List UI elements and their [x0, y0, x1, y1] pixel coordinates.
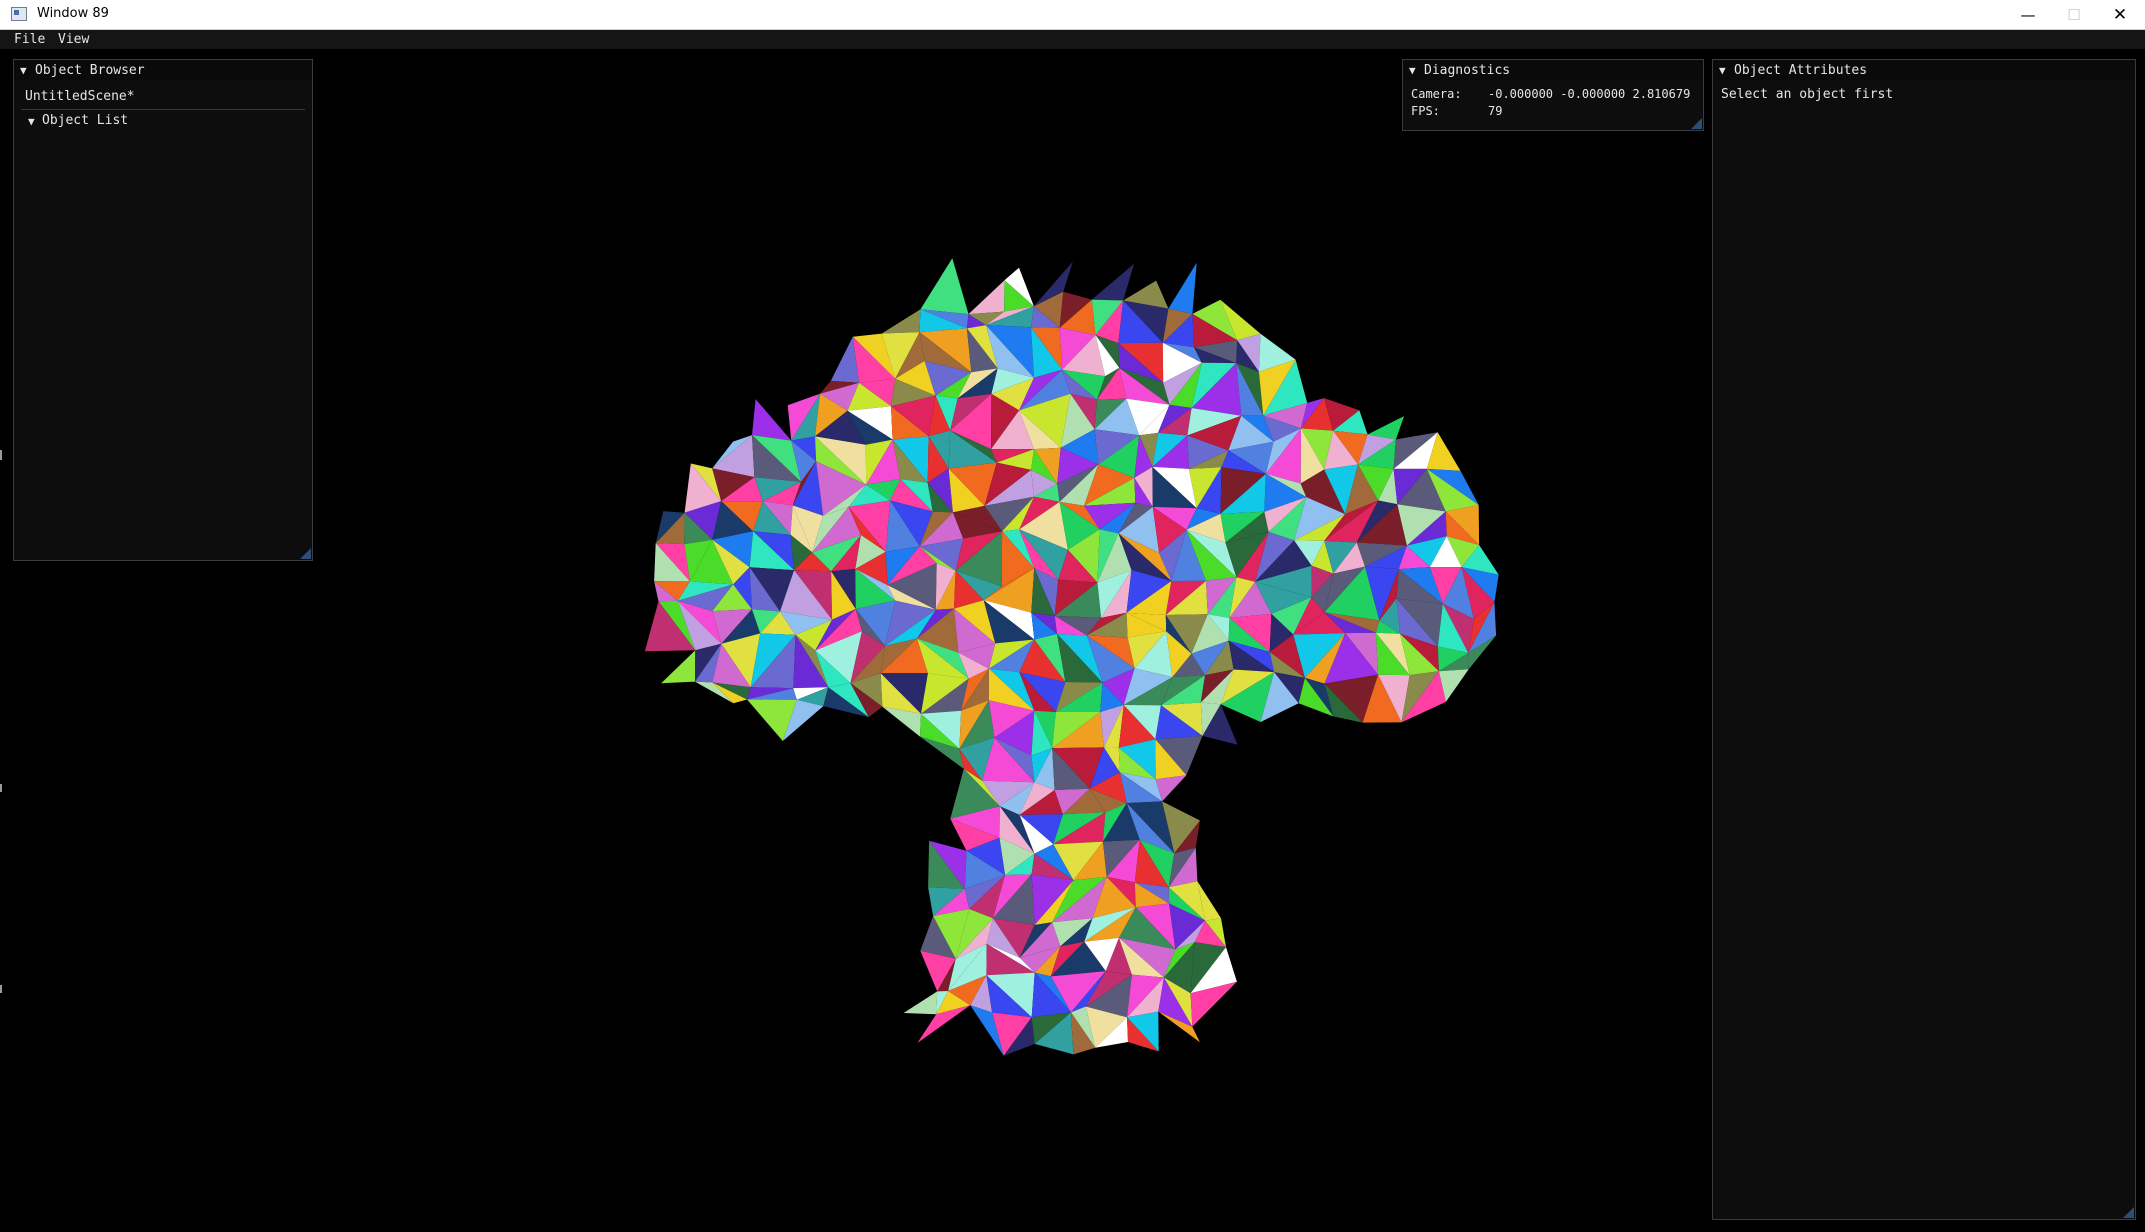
object-attributes-header[interactable]: ▼ Object Attributes	[1713, 60, 2135, 80]
window-title-bar[interactable]: Window 89 — ☐ ✕	[0, 0, 2145, 30]
object-attributes-panel[interactable]: ▼ Object Attributes Select an object fir…	[1712, 59, 2136, 1220]
collapse-triangle-icon[interactable]: ▼	[1409, 64, 1416, 77]
app-window-icon	[11, 7, 27, 21]
mesh-triangle	[920, 258, 969, 315]
camera-value: -0.000000 -0.000000 2.810679	[1488, 87, 1691, 101]
mesh-triangle	[903, 991, 938, 1015]
object-browser-header[interactable]: ▼ Object Browser	[14, 60, 312, 80]
fps-label: FPS:	[1411, 104, 1440, 118]
fps-value: 79	[1488, 104, 1503, 118]
mesh-triangle	[1091, 263, 1135, 301]
diagnostics-title: Diagnostics	[1424, 63, 1511, 78]
mesh-triangle	[752, 399, 792, 441]
collapse-triangle-icon[interactable]: ▼	[1719, 64, 1726, 77]
mesh-triangle	[968, 280, 1005, 315]
camera-label: Camera:	[1411, 87, 1462, 101]
maximize-button[interactable]: ☐	[2051, 0, 2097, 30]
window-title: Window 89	[37, 6, 109, 21]
close-button[interactable]: ✕	[2097, 0, 2143, 30]
menu-view[interactable]: View	[58, 32, 89, 47]
resize-grip-icon[interactable]	[2123, 1207, 2134, 1218]
object-list-triangle-icon[interactable]: ▼	[28, 115, 35, 128]
screen-edge-mark	[0, 985, 2, 993]
collapse-triangle-icon[interactable]: ▼	[20, 64, 27, 77]
mesh-model[interactable]	[644, 258, 1499, 1056]
object-list-header[interactable]: Object List	[42, 113, 128, 128]
diagnostics-header[interactable]: ▼ Diagnostics	[1403, 60, 1703, 80]
select-object-message: Select an object first	[1721, 87, 1894, 102]
object-browser-panel[interactable]: ▼ Object Browser UntitledScene* ▼ Object…	[13, 59, 313, 561]
menu-bar: File View	[0, 30, 2145, 49]
separator	[21, 109, 305, 110]
screen-edge-mark	[0, 450, 2, 460]
resize-grip-icon[interactable]	[1691, 118, 1702, 129]
object-browser-title: Object Browser	[35, 63, 145, 78]
screen-edge-mark	[0, 784, 2, 792]
mesh-triangle	[661, 650, 696, 684]
object-attributes-title: Object Attributes	[1734, 63, 1868, 78]
mesh-triangle	[1168, 262, 1197, 314]
diagnostics-panel[interactable]: ▼ Diagnostics Camera: -0.000000 -0.00000…	[1402, 59, 1704, 131]
minimize-button[interactable]: —	[2005, 0, 2051, 30]
resize-grip-icon[interactable]	[300, 548, 311, 559]
mesh-triangle	[881, 309, 921, 334]
menu-file[interactable]: File	[14, 32, 45, 47]
scene-name[interactable]: UntitledScene*	[25, 89, 135, 104]
